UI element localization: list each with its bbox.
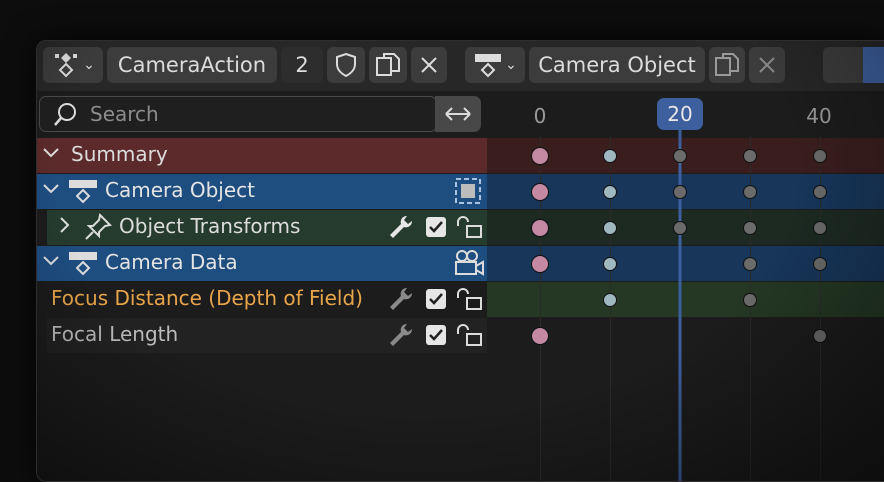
channel-camera-object[interactable]: Camera Object [37,174,487,209]
playhead-line[interactable] [678,129,682,481]
chevron-right-icon[interactable] [55,213,75,241]
channel-object-transforms[interactable]: Object Transforms [37,210,487,245]
duplicate-icon [376,53,400,76]
duplicate-icon [715,53,739,76]
keyframe[interactable] [603,149,617,163]
channel-camera-data[interactable]: Camera Data [37,246,487,281]
dope-sheet-editor: ⌄ CameraAction 2 ⌄ Camera Object Search … [36,40,884,482]
checkbox[interactable] [425,324,447,350]
lock-icon[interactable] [455,214,485,244]
keyframe[interactable] [603,257,617,271]
keyframe[interactable] [813,257,827,271]
keyframe[interactable] [603,221,617,235]
keyframe[interactable] [743,293,757,307]
keyframe[interactable] [743,257,757,271]
select-box-icon [455,178,481,204]
keyframe[interactable] [673,185,687,199]
frame-tick-label: 40 [806,104,832,128]
slot-name-field[interactable]: Camera Object [529,47,705,83]
video-camera-icon[interactable] [453,248,485,282]
checkbox-checked-icon [426,325,446,345]
visibility-toggle[interactable] [453,176,483,210]
shield-icon [336,52,356,78]
keyframe[interactable] [813,149,827,163]
keyframe[interactable] [531,147,549,165]
overflow-button[interactable] [823,47,863,83]
swap-arrows-icon [445,107,471,121]
keyframe[interactable] [743,221,757,235]
frame-ruler[interactable]: 0 40 20 [487,91,884,136]
camera-object-icon [475,54,502,78]
close-icon [759,57,775,73]
chevron-down-icon[interactable] [41,249,61,277]
duplicate-action-button[interactable] [369,47,407,83]
search-input[interactable]: Search [39,96,437,132]
pin-icon [83,212,113,246]
lock-icon[interactable] [455,286,485,316]
channel-focal-length[interactable]: Focal Length [37,318,487,353]
keyframe[interactable] [603,185,617,199]
keyframe[interactable] [743,185,757,199]
keyframe[interactable] [673,149,687,163]
current-frame-indicator[interactable]: 20 [657,98,703,130]
keyframe[interactable] [531,255,549,273]
keyframe[interactable] [813,185,827,199]
keyframe[interactable] [531,327,549,345]
channel-focus-distance[interactable]: Focus Distance (Depth of Field) [37,282,487,317]
channel-label: Camera Data [105,250,238,274]
fake-user-button[interactable] [327,47,365,83]
wrench-icon[interactable] [387,321,415,353]
channel-label: Camera Object [105,178,255,202]
camera-object-icon [67,177,99,209]
wrench-icon[interactable] [387,285,415,317]
checkbox[interactable] [425,216,447,242]
keyframe[interactable] [813,221,827,235]
frame-tick-label: 0 [533,104,547,128]
slot-type-dropdown[interactable]: ⌄ [465,47,525,83]
keyframe[interactable] [603,293,617,307]
editor-type-dropdown[interactable]: ⌄ [43,47,103,83]
chevron-down-icon[interactable] [41,141,61,169]
search-icon [54,103,76,126]
channel-label: Focus Distance (Depth of Field) [51,286,363,310]
keyframe[interactable] [743,149,757,163]
chevron-down-icon: ⌄ [83,57,95,73]
checkbox-checked-icon [426,217,446,237]
close-icon [421,57,437,73]
slot-name: Camera Object [538,53,696,77]
keyframe[interactable] [531,183,549,201]
overflow-active-button[interactable] [863,47,884,83]
checkbox-checked-icon [426,289,446,309]
duplicate-slot-button[interactable] [709,47,745,83]
action-name: CameraAction [117,53,267,77]
channel-label: Object Transforms [119,214,301,238]
keyframe[interactable] [673,221,687,235]
action-name-field[interactable]: CameraAction [107,47,277,83]
dope-sheet-timeline[interactable]: 0 40 20 [487,91,884,481]
lock-icon[interactable] [455,322,485,352]
timeline-channel-band[interactable] [487,282,884,317]
unlink-slot-button[interactable] [749,47,785,83]
chevron-down-icon: ⌄ [505,57,517,73]
action-icon [55,53,78,78]
channel-summary[interactable]: Summary [37,138,487,173]
chevron-down-icon[interactable] [41,177,61,205]
channel-label: Focal Length [51,322,179,346]
channel-label: Summary [71,142,168,166]
wrench-icon[interactable] [387,213,415,245]
unlink-action-button[interactable] [411,47,447,83]
keyframe[interactable] [531,219,549,237]
camera-data-icon [67,249,99,281]
keyframe[interactable] [813,329,827,343]
editor-header: ⌄ CameraAction 2 ⌄ Camera Object [37,41,884,91]
search-placeholder: Search [90,102,159,126]
checkbox[interactable] [425,288,447,314]
invert-filter-button[interactable] [435,96,481,132]
action-users-count[interactable]: 2 [281,47,323,83]
